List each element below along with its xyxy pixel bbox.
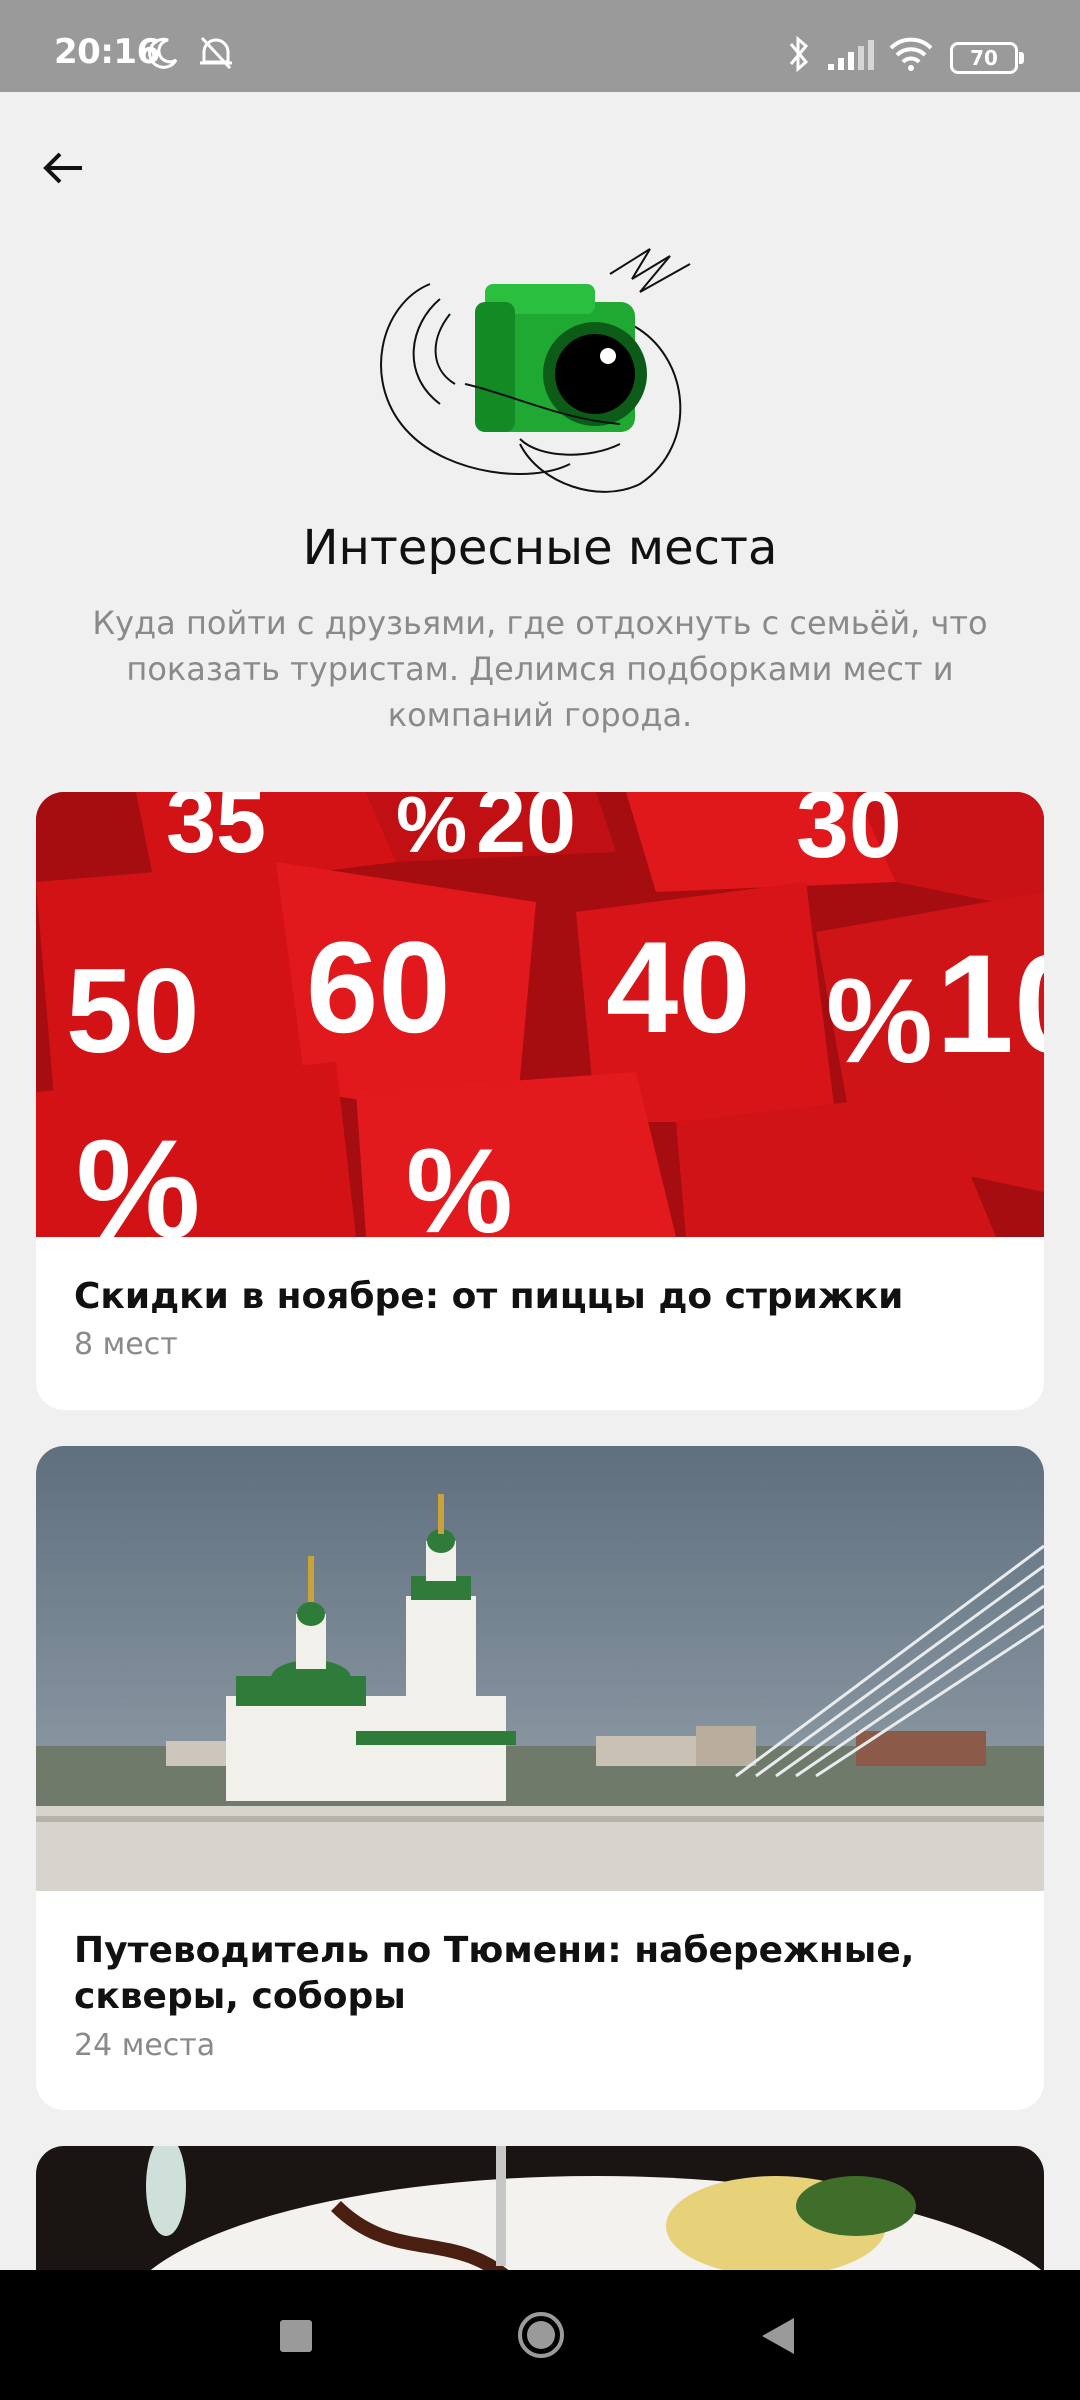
collection-card[interactable]: 35 % 20 30 50 60 40 10 % % % Скидки в но… — [36, 792, 1044, 1410]
mute-notifications-icon — [200, 36, 232, 70]
system-navigation-bar — [0, 2270, 1080, 2400]
status-bar: 20:16 70 — [0, 0, 1080, 92]
back-button[interactable] — [36, 140, 92, 196]
tyumen-skyline-graphic — [36, 1446, 1044, 1891]
page-description: Куда пойти с друзьями, где отдохнуть с с… — [92, 604, 988, 734]
bluetooth-icon — [789, 35, 809, 73]
cube-label: % — [76, 1110, 200, 1237]
cube-label: 35 — [166, 792, 266, 872]
square-icon[interactable] — [278, 2318, 314, 2354]
cube-label: % — [406, 1124, 513, 1237]
moon-icon — [148, 37, 178, 69]
card-title: Путеводитель по Тюмени: набережные, скве… — [74, 1930, 915, 2017]
signal-icon — [828, 40, 874, 70]
cube-label: % — [826, 954, 933, 1088]
status-time: 20:16 — [54, 32, 160, 72]
card-title: Скидки в ноябре: от пиццы до стрижки — [74, 1276, 904, 1317]
cube-label: 30 — [796, 792, 902, 878]
wifi-icon — [889, 37, 933, 71]
card-count: 24 места — [74, 2028, 216, 2063]
card-count: 8 мест — [74, 1327, 178, 1362]
camera-illustration — [380, 248, 691, 493]
page-title: Интересные места — [302, 520, 778, 576]
cube-label: 60 — [306, 914, 451, 1060]
triangle-back-icon[interactable] — [760, 2316, 796, 2356]
city-photo — [36, 1446, 1044, 1891]
discount-image: 35 % 20 30 50 60 40 10 % % % — [36, 792, 1044, 1237]
circle-home-icon[interactable] — [516, 2310, 566, 2360]
cube-label: 10 — [936, 925, 1044, 1082]
discount-cubes-graphic: 35 % 20 30 50 60 40 10 % % % — [36, 792, 1044, 1237]
cube-label: 20 — [476, 792, 576, 872]
cube-label: % — [396, 792, 467, 869]
cube-label: 50 — [66, 944, 199, 1078]
cube-label: 40 — [606, 914, 751, 1060]
arrow-left-icon — [43, 152, 82, 184]
collection-card[interactable]: Путеводитель по Тюмени: набережные, скве… — [36, 1446, 1044, 2110]
battery-indicator: 70 — [950, 42, 1024, 74]
